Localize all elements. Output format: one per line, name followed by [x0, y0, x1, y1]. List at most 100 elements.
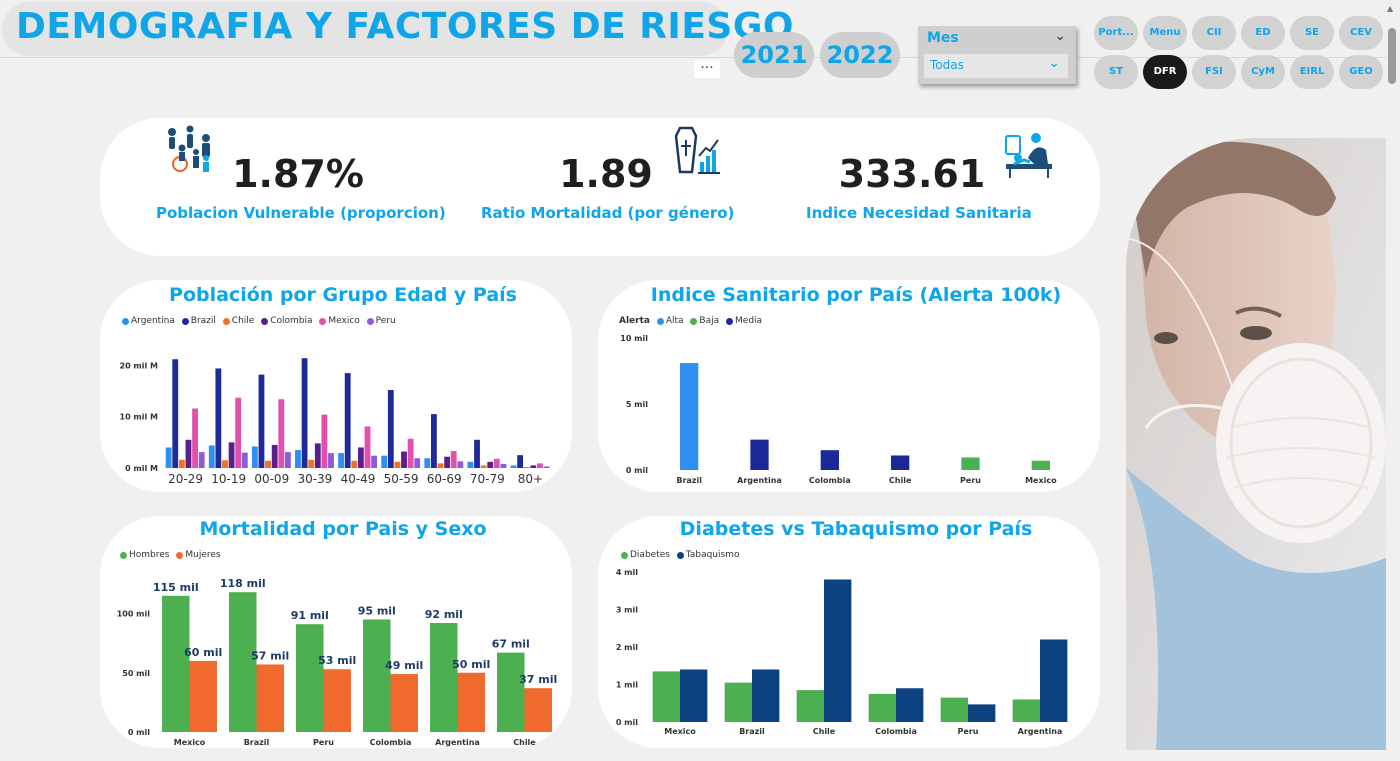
bar[interactable]: [296, 624, 324, 732]
bar[interactable]: [940, 697, 968, 722]
bar[interactable]: [487, 461, 494, 468]
bar[interactable]: [467, 461, 474, 468]
chevron-down-icon[interactable]: ⌄: [1048, 55, 1060, 71]
scroll-up-icon[interactable]: ▲: [1387, 4, 1393, 13]
bar[interactable]: [328, 453, 334, 468]
bar[interactable]: [344, 373, 351, 468]
bar[interactable]: [796, 690, 824, 722]
scrollbar-thumb[interactable]: [1388, 28, 1396, 84]
bar[interactable]: [338, 453, 344, 468]
bar[interactable]: [968, 704, 996, 722]
bar[interactable]: [543, 466, 550, 468]
bar[interactable]: [178, 459, 185, 468]
bar[interactable]: [430, 623, 458, 732]
nav-menu-button[interactable]: Menu: [1143, 16, 1187, 50]
bar[interactable]: [524, 688, 552, 732]
bar[interactable]: [198, 452, 205, 468]
bar[interactable]: [390, 673, 418, 732]
chart-poblacion[interactable]: 0 mil M 10 mil M 20 mil M 20-29 10-19 00-09 30…: [100, 330, 572, 492]
bar[interactable]: [474, 439, 480, 468]
bar[interactable]: [401, 451, 407, 468]
bar[interactable]: [500, 463, 507, 468]
nav-cev-button[interactable]: CEV: [1339, 16, 1383, 50]
more-options-button[interactable]: ···: [694, 60, 720, 78]
bar[interactable]: [437, 463, 444, 468]
bar[interactable]: [364, 426, 371, 468]
bar[interactable]: [215, 368, 222, 468]
month-slicer[interactable]: Mes ⌄ Todas ⌄: [918, 26, 1076, 84]
chart-mortalidad[interactable]: 0 mil 50 mil 100 mil 115 mil 60 mil Mexico 118…: [100, 564, 572, 750]
bar[interactable]: [750, 439, 769, 470]
chart-diabetes[interactable]: 0 mil 1 mil 2 mil 3 mil 4 mil Mexico Brazil Chi…: [598, 564, 1100, 750]
bar[interactable]: [457, 672, 485, 732]
nav-eirl-button[interactable]: EIRL: [1290, 55, 1334, 89]
bar[interactable]: [228, 442, 235, 468]
bar[interactable]: [251, 446, 258, 468]
bar[interactable]: [1040, 639, 1068, 723]
bar[interactable]: [530, 465, 537, 468]
bar[interactable]: [321, 414, 328, 468]
bar[interactable]: [172, 359, 179, 468]
chevron-down-icon[interactable]: ⌄: [1054, 28, 1066, 44]
bar[interactable]: [457, 461, 464, 468]
bar[interactable]: [258, 374, 265, 468]
bar[interactable]: [414, 458, 421, 468]
bar[interactable]: [537, 463, 543, 468]
scrollbar[interactable]: [1386, 0, 1400, 761]
bar[interactable]: [271, 444, 278, 468]
bar[interactable]: [208, 445, 215, 468]
bar[interactable]: [162, 595, 190, 732]
bar[interactable]: [192, 408, 198, 468]
bar[interactable]: [652, 671, 680, 722]
bar[interactable]: [387, 390, 394, 468]
bar[interactable]: [510, 465, 517, 468]
bar[interactable]: [891, 455, 910, 470]
bar[interactable]: [301, 358, 308, 468]
nav-fsi-button[interactable]: FSI: [1192, 55, 1236, 89]
nav-port-button[interactable]: Port...: [1094, 16, 1138, 50]
bar[interactable]: [381, 455, 388, 468]
bar[interactable]: [358, 447, 364, 468]
bar[interactable]: [323, 669, 351, 732]
bar[interactable]: [961, 457, 980, 470]
bar[interactable]: [278, 399, 285, 468]
bar[interactable]: [222, 460, 228, 468]
bar[interactable]: [1012, 699, 1040, 723]
nav-cii-button[interactable]: CII: [1192, 16, 1236, 50]
nav-st-button[interactable]: ST: [1094, 55, 1138, 89]
bar[interactable]: [444, 456, 451, 468]
bar[interactable]: [896, 688, 924, 722]
month-dropdown[interactable]: Todas ⌄: [924, 54, 1068, 78]
bar[interactable]: [165, 447, 172, 468]
bar[interactable]: [680, 669, 708, 723]
bar[interactable]: [424, 458, 431, 468]
nav-geo-button[interactable]: GEO: [1339, 55, 1383, 89]
bar[interactable]: [824, 579, 852, 723]
bar[interactable]: [235, 397, 242, 468]
bar[interactable]: [394, 461, 401, 468]
bar[interactable]: [450, 451, 457, 468]
bar[interactable]: [517, 455, 524, 468]
bar[interactable]: [371, 455, 378, 468]
chart-indice[interactable]: 0 mil 5 mil 10 mil Brazil Argentina Colombia C…: [598, 330, 1100, 492]
bar[interactable]: [431, 414, 437, 468]
nav-cym-button[interactable]: CyM: [1241, 55, 1285, 89]
bar[interactable]: [308, 459, 315, 468]
bar[interactable]: [480, 465, 487, 468]
bar[interactable]: [497, 652, 525, 732]
bar[interactable]: [265, 460, 271, 468]
year-2022-button[interactable]: 2022: [820, 32, 900, 78]
bar[interactable]: [363, 619, 391, 732]
bar[interactable]: [868, 693, 896, 722]
bar[interactable]: [724, 682, 752, 722]
bar[interactable]: [1031, 460, 1050, 470]
bar[interactable]: [680, 363, 699, 470]
bar[interactable]: [493, 458, 500, 468]
nav-dfr-button[interactable]: DFR: [1143, 55, 1187, 89]
bar[interactable]: [351, 460, 358, 468]
year-2021-button[interactable]: 2021: [734, 32, 814, 78]
bar[interactable]: [185, 439, 192, 468]
nav-se-button[interactable]: SE: [1290, 16, 1334, 50]
bar[interactable]: [295, 450, 301, 468]
bar[interactable]: [284, 452, 291, 468]
